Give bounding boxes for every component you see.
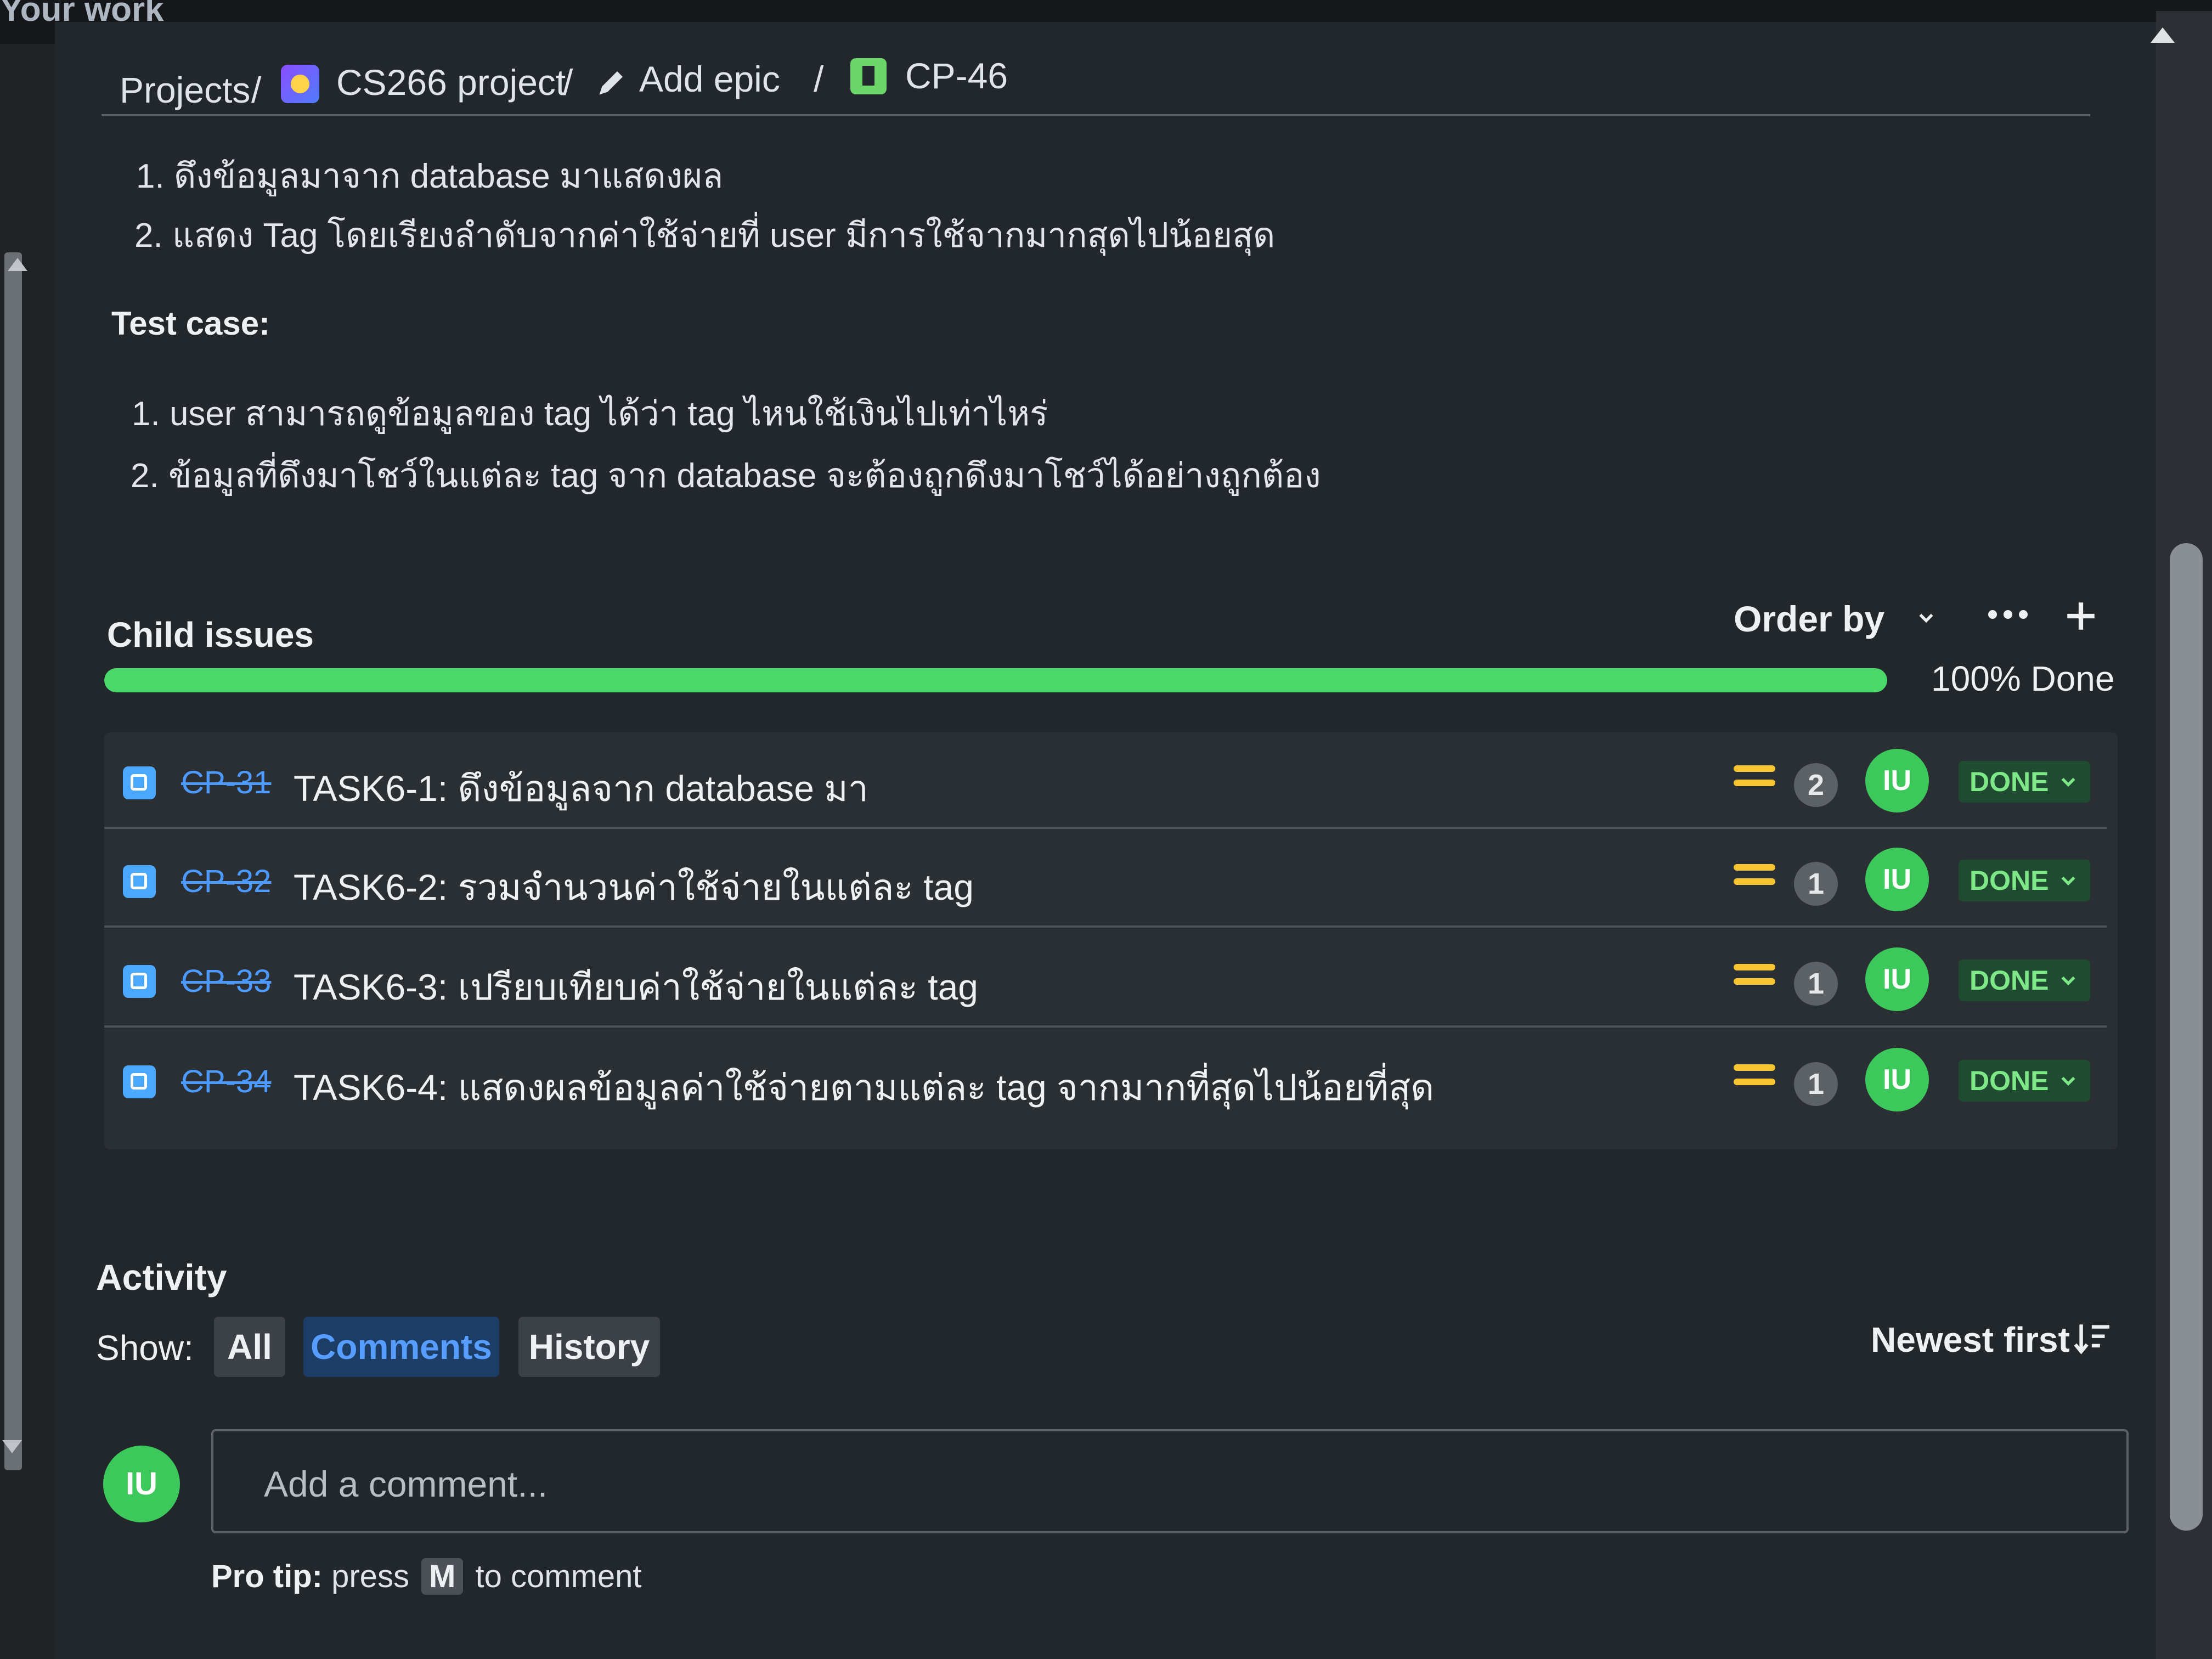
right-scrollbar-thumb[interactable] [2170, 543, 2203, 1531]
child-issue-row[interactable]: CP-32 TASK6-2: รวมจำนวนค่าใช้จ่ายในแต่ละ… [104, 831, 2107, 928]
test-case-heading: Test case: [111, 305, 270, 342]
priority-medium-icon [1734, 864, 1775, 894]
chevron-down-icon [2061, 1076, 2075, 1086]
chevron-down-icon [2061, 777, 2075, 787]
issue-key-link[interactable]: CP-33 [181, 963, 271, 1000]
sort-order-label: Newest first [1871, 1320, 2070, 1359]
issue-key-link[interactable]: CP-31 [181, 764, 271, 801]
right-scroll-up-arrow-icon[interactable] [2151, 27, 2175, 43]
pencil-icon [599, 71, 623, 95]
show-label: Show: [96, 1328, 194, 1368]
breadcrumb-divider [101, 114, 2090, 116]
tab-comments[interactable]: Comments [303, 1317, 499, 1377]
issue-summary[interactable]: TASK6-3: เปรียบเทียบค่าใช้จ่ายในแต่ละ ta… [294, 958, 978, 1016]
plus-icon[interactable] [2063, 598, 2099, 634]
comment-box[interactable] [211, 1429, 2129, 1533]
count-badge: 1 [1794, 962, 1838, 1006]
pro-tip-press: press [331, 1559, 409, 1594]
subtask-icon [123, 766, 156, 799]
subtask-icon [123, 965, 156, 998]
current-user-avatar[interactable]: IU [103, 1446, 180, 1522]
chevron-down-icon [2061, 876, 2075, 886]
left-scroll-down-arrow-icon[interactable] [2, 1440, 22, 1453]
order-by-button[interactable]: Order by [1734, 598, 1884, 640]
assignee-avatar[interactable]: IU [1865, 848, 1929, 911]
progress-fill [104, 668, 1887, 692]
child-issue-row[interactable]: CP-31 TASK6-1: ดึงข้อมูลจาก database มา … [104, 732, 2107, 829]
child-issue-row[interactable]: CP-34 TASK6-4: แสดงผลข้อมูลค่าใช้จ่ายตาม… [104, 1031, 2107, 1126]
issue-summary[interactable]: TASK6-2: รวมจำนวนค่าใช้จ่ายในแต่ละ tag [294, 859, 974, 916]
description-step: 2. แสดง Tag โดยเรียงลำดับจากค่าใช้จ่ายที… [134, 208, 1275, 262]
sort-order-button[interactable]: Newest first [1871, 1319, 2070, 1360]
order-by-label: Order by [1734, 599, 1885, 639]
tab-all[interactable]: All [214, 1317, 285, 1377]
status-dropdown[interactable]: DONE [1959, 1060, 2090, 1102]
breadcrumb-issue[interactable]: CP-46 [905, 55, 1008, 97]
status-label: DONE [1970, 865, 2049, 896]
step-number: 1. [136, 157, 165, 195]
sort-descending-icon[interactable] [2074, 1322, 2112, 1355]
subtask-icon [123, 1065, 156, 1098]
step-number: 2. [134, 217, 163, 255]
status-label: DONE [1970, 766, 2049, 797]
breadcrumb-separator: / [563, 62, 573, 103]
status-dropdown[interactable]: DONE [1959, 860, 2090, 901]
priority-medium-icon [1734, 765, 1775, 795]
keyboard-shortcut-key: M [421, 1558, 464, 1595]
child-issues-progress-bar [104, 668, 1887, 692]
project-avatar-icon [281, 65, 319, 103]
status-dropdown[interactable]: DONE [1959, 960, 2090, 1001]
tab-history[interactable]: History [518, 1317, 660, 1377]
pro-tip: Pro tip: press M to comment [211, 1558, 642, 1595]
subtask-icon [123, 865, 156, 898]
chevron-down-icon [2061, 976, 2075, 986]
activity-title: Activity [96, 1257, 227, 1297]
status-label: DONE [1970, 1065, 2049, 1096]
pro-tip-suffix: to comment [475, 1559, 642, 1594]
breadcrumb: Projects / CS266 project / Add epic / CP… [120, 55, 2095, 121]
test-case-number: 2. [131, 457, 159, 495]
priority-medium-icon [1734, 1064, 1775, 1094]
story-icon [850, 58, 887, 94]
step-text: ดึงข้อมูลมาจาก database มาแสดงผล [173, 157, 724, 195]
left-scrollbar[interactable] [4, 252, 22, 1470]
test-case-number: 1. [132, 395, 160, 433]
description-step: 1. ดึงข้อมูลมาจาก database มาแสดงผล [136, 149, 723, 203]
issue-key-link[interactable]: CP-34 [181, 1063, 271, 1100]
chevron-down-icon[interactable] [1917, 609, 1935, 627]
pro-tip-label: Pro tip: [211, 1559, 323, 1594]
assignee-avatar[interactable]: IU [1865, 947, 1929, 1011]
child-issues-title: Child issues [107, 615, 314, 654]
priority-medium-icon [1734, 964, 1775, 994]
assignee-avatar[interactable]: IU [1865, 1048, 1929, 1111]
left-scroll-up-arrow-icon[interactable] [8, 258, 27, 271]
count-badge: 1 [1794, 862, 1838, 906]
breadcrumb-separator: / [814, 59, 824, 99]
child-issue-row[interactable]: CP-33 TASK6-3: เปรียบเทียบค่าใช้จ่ายในแต… [104, 931, 2107, 1028]
count-badge: 2 [1794, 763, 1838, 807]
test-case-text: ข้อมูลที่ดึงมาโชว์ในแต่ละ tag จาก databa… [168, 457, 1321, 495]
issue-key-link[interactable]: CP-32 [181, 863, 271, 900]
breadcrumb-projects[interactable]: Projects [120, 69, 250, 111]
issue-summary[interactable]: TASK6-4: แสดงผลข้อมูลค่าใช้จ่ายตามแต่ละ … [294, 1059, 1434, 1116]
child-issue-list: CP-31 TASK6-1: ดึงข้อมูลจาก database มา … [104, 732, 2118, 1149]
assignee-avatar[interactable]: IU [1865, 749, 1929, 812]
progress-label: 100% Done [1931, 659, 2115, 698]
count-badge: 1 [1794, 1062, 1838, 1106]
breadcrumb-project[interactable]: CS266 project [336, 61, 566, 103]
more-horizontal-icon[interactable] [1986, 601, 2030, 628]
issue-summary[interactable]: TASK6-1: ดึงข้อมูลจาก database มา [294, 760, 868, 817]
breadcrumb-epic[interactable]: Add epic [639, 58, 780, 100]
status-label: DONE [1970, 965, 2049, 996]
test-case-item: 1. user สามารถดูข้อมูลของ tag ได้ว่า tag… [132, 387, 1048, 441]
test-case-text: user สามารถดูข้อมูลของ tag ได้ว่า tag ไห… [169, 395, 1048, 433]
step-text: แสดง Tag โดยเรียงลำดับจากค่าใช้จ่ายที่ u… [172, 217, 1276, 255]
test-case-item: 2. ข้อมูลที่ดึงมาโชว์ในแต่ละ tag จาก dat… [131, 449, 1321, 503]
comment-input[interactable] [263, 1462, 2075, 1506]
status-dropdown[interactable]: DONE [1959, 761, 2090, 803]
breadcrumb-separator: / [251, 70, 262, 110]
